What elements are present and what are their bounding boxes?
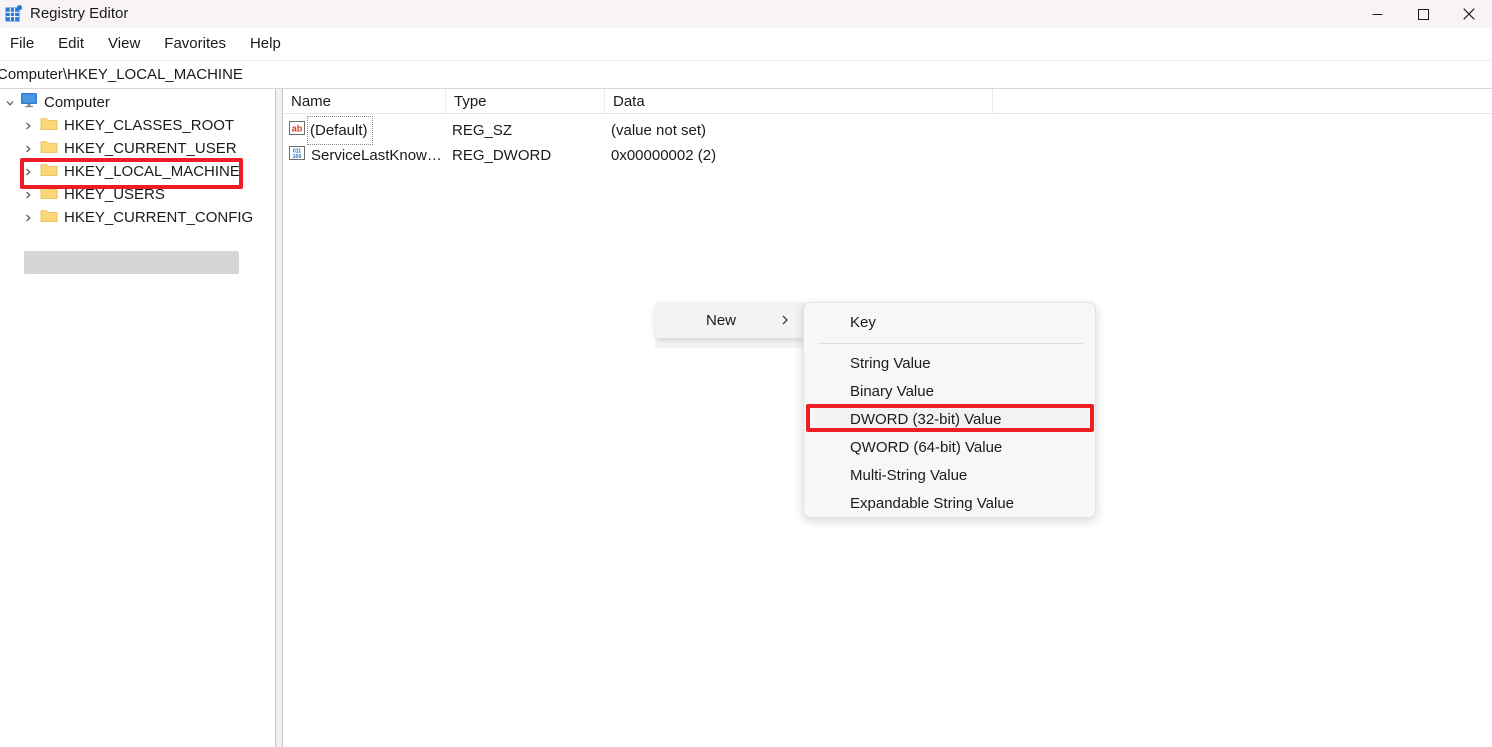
submenu-item-string-value[interactable]: String Value xyxy=(804,350,1097,378)
menu-file[interactable]: File xyxy=(0,31,46,57)
registry-tree-pane: Computer HKEY_CLASSES_ROOT HKEY_CURRENT_… xyxy=(0,89,275,747)
list-header: Name Type Data xyxy=(283,89,1492,114)
string-value-icon: ab xyxy=(289,118,305,143)
submenu-item-dword-32bit-value[interactable]: DWORD (32-bit) Value xyxy=(804,406,1097,434)
chevron-right-icon[interactable] xyxy=(20,210,36,226)
tree-item-hkey-current-config[interactable]: HKEY_CURRENT_CONFIG xyxy=(0,206,275,229)
window-title: Registry Editor xyxy=(30,5,129,22)
submenu-item-multi-string-value[interactable]: Multi-String Value xyxy=(804,462,1097,490)
tree-item-hkey-current-user[interactable]: HKEY_CURRENT_USER xyxy=(0,137,275,160)
menu-help[interactable]: Help xyxy=(238,31,293,57)
folder-icon xyxy=(40,162,58,182)
title-bar: Registry Editor xyxy=(0,0,1492,28)
address-bar[interactable]: Computer\HKEY_LOCAL_MACHINE xyxy=(0,61,1492,89)
registry-editor-icon xyxy=(4,4,24,24)
window-controls xyxy=(1354,0,1492,28)
tree-item-label: HKEY_CLASSES_ROOT xyxy=(64,116,235,134)
menu-bar: File Edit View Favorites Help xyxy=(0,28,1492,61)
tree-item-label: Computer xyxy=(44,93,110,111)
submenu-item-binary-value[interactable]: Binary Value xyxy=(804,378,1097,406)
dword-value-icon: 011 100 xyxy=(289,143,305,168)
tree-item-hkey-users[interactable]: HKEY_USERS xyxy=(0,183,275,206)
column-header-name[interactable]: Name xyxy=(283,89,446,114)
chevron-right-icon xyxy=(779,314,791,326)
value-data-cell: 0x00000002 (2) xyxy=(611,147,717,164)
value-name-text: (Default) xyxy=(307,116,373,145)
folder-icon xyxy=(40,139,58,159)
tree-selection-highlight xyxy=(24,251,239,274)
tree-item-computer[interactable]: Computer xyxy=(0,91,275,114)
tree-item-hkey-local-machine[interactable]: HKEY_LOCAL_MACHINE xyxy=(0,160,275,183)
tree-item-label: HKEY_CURRENT_CONFIG xyxy=(64,208,254,226)
value-type-cell: REG_DWORD xyxy=(452,147,552,164)
tree-item-hkey-classes-root[interactable]: HKEY_CLASSES_ROOT xyxy=(0,114,275,137)
column-header-data[interactable]: Data xyxy=(605,89,993,114)
value-name-cell: ab (Default) xyxy=(289,116,373,145)
value-name-cell: 011 100 ServiceLastKnow… xyxy=(289,142,446,169)
chevron-right-icon[interactable] xyxy=(20,187,36,203)
folder-icon xyxy=(40,185,58,205)
svg-text:ab: ab xyxy=(292,124,303,134)
monitor-icon xyxy=(20,92,38,113)
folder-icon xyxy=(40,208,58,228)
svg-text:100: 100 xyxy=(293,154,302,160)
value-name-text: ServiceLastKnow… xyxy=(311,147,442,164)
minimize-button[interactable] xyxy=(1354,0,1400,28)
submenu-item-qword-64bit-value[interactable]: QWORD (64-bit) Value xyxy=(804,434,1097,462)
chevron-down-icon[interactable] xyxy=(2,95,18,111)
submenu-item-key[interactable]: Key xyxy=(804,309,1097,337)
tree-item-label: HKEY_LOCAL_MACHINE xyxy=(64,162,240,180)
context-menu-parent-backdrop xyxy=(655,338,805,348)
column-header-type[interactable]: Type xyxy=(446,89,605,114)
menu-view[interactable]: View xyxy=(96,31,152,57)
value-data-cell: (value not set) xyxy=(611,122,707,139)
registry-path: Computer\HKEY_LOCAL_MACHINE xyxy=(0,65,243,83)
value-type-cell: REG_SZ xyxy=(452,122,513,139)
chevron-right-icon[interactable] xyxy=(20,141,36,157)
chevron-right-icon[interactable] xyxy=(20,118,36,134)
menu-favorites[interactable]: Favorites xyxy=(152,31,238,57)
pane-splitter[interactable] xyxy=(275,89,283,747)
tree-item-label: HKEY_CURRENT_USER xyxy=(64,139,237,157)
context-menu-item-new[interactable]: New xyxy=(655,302,805,338)
close-button[interactable] xyxy=(1446,0,1492,28)
tree-item-label: HKEY_USERS xyxy=(64,185,165,203)
context-menu-item-label: New xyxy=(705,311,736,329)
table-row[interactable]: ab (Default) REG_SZ (value not set) xyxy=(283,116,1492,145)
folder-icon xyxy=(40,116,58,136)
submenu-separator xyxy=(818,343,1083,344)
context-submenu-new: Key String Value Binary Value DWORD (32-… xyxy=(803,302,1096,518)
chevron-right-icon[interactable] xyxy=(20,164,36,180)
menu-edit[interactable]: Edit xyxy=(46,31,96,57)
submenu-item-expandable-string-value[interactable]: Expandable String Value xyxy=(804,490,1097,518)
registry-editor-window: Registry Editor File Edit View Favorites… xyxy=(0,0,1492,747)
table-row[interactable]: 011 100 ServiceLastKnow… REG_DWORD 0x000… xyxy=(283,143,1492,168)
maximize-button[interactable] xyxy=(1400,0,1446,28)
